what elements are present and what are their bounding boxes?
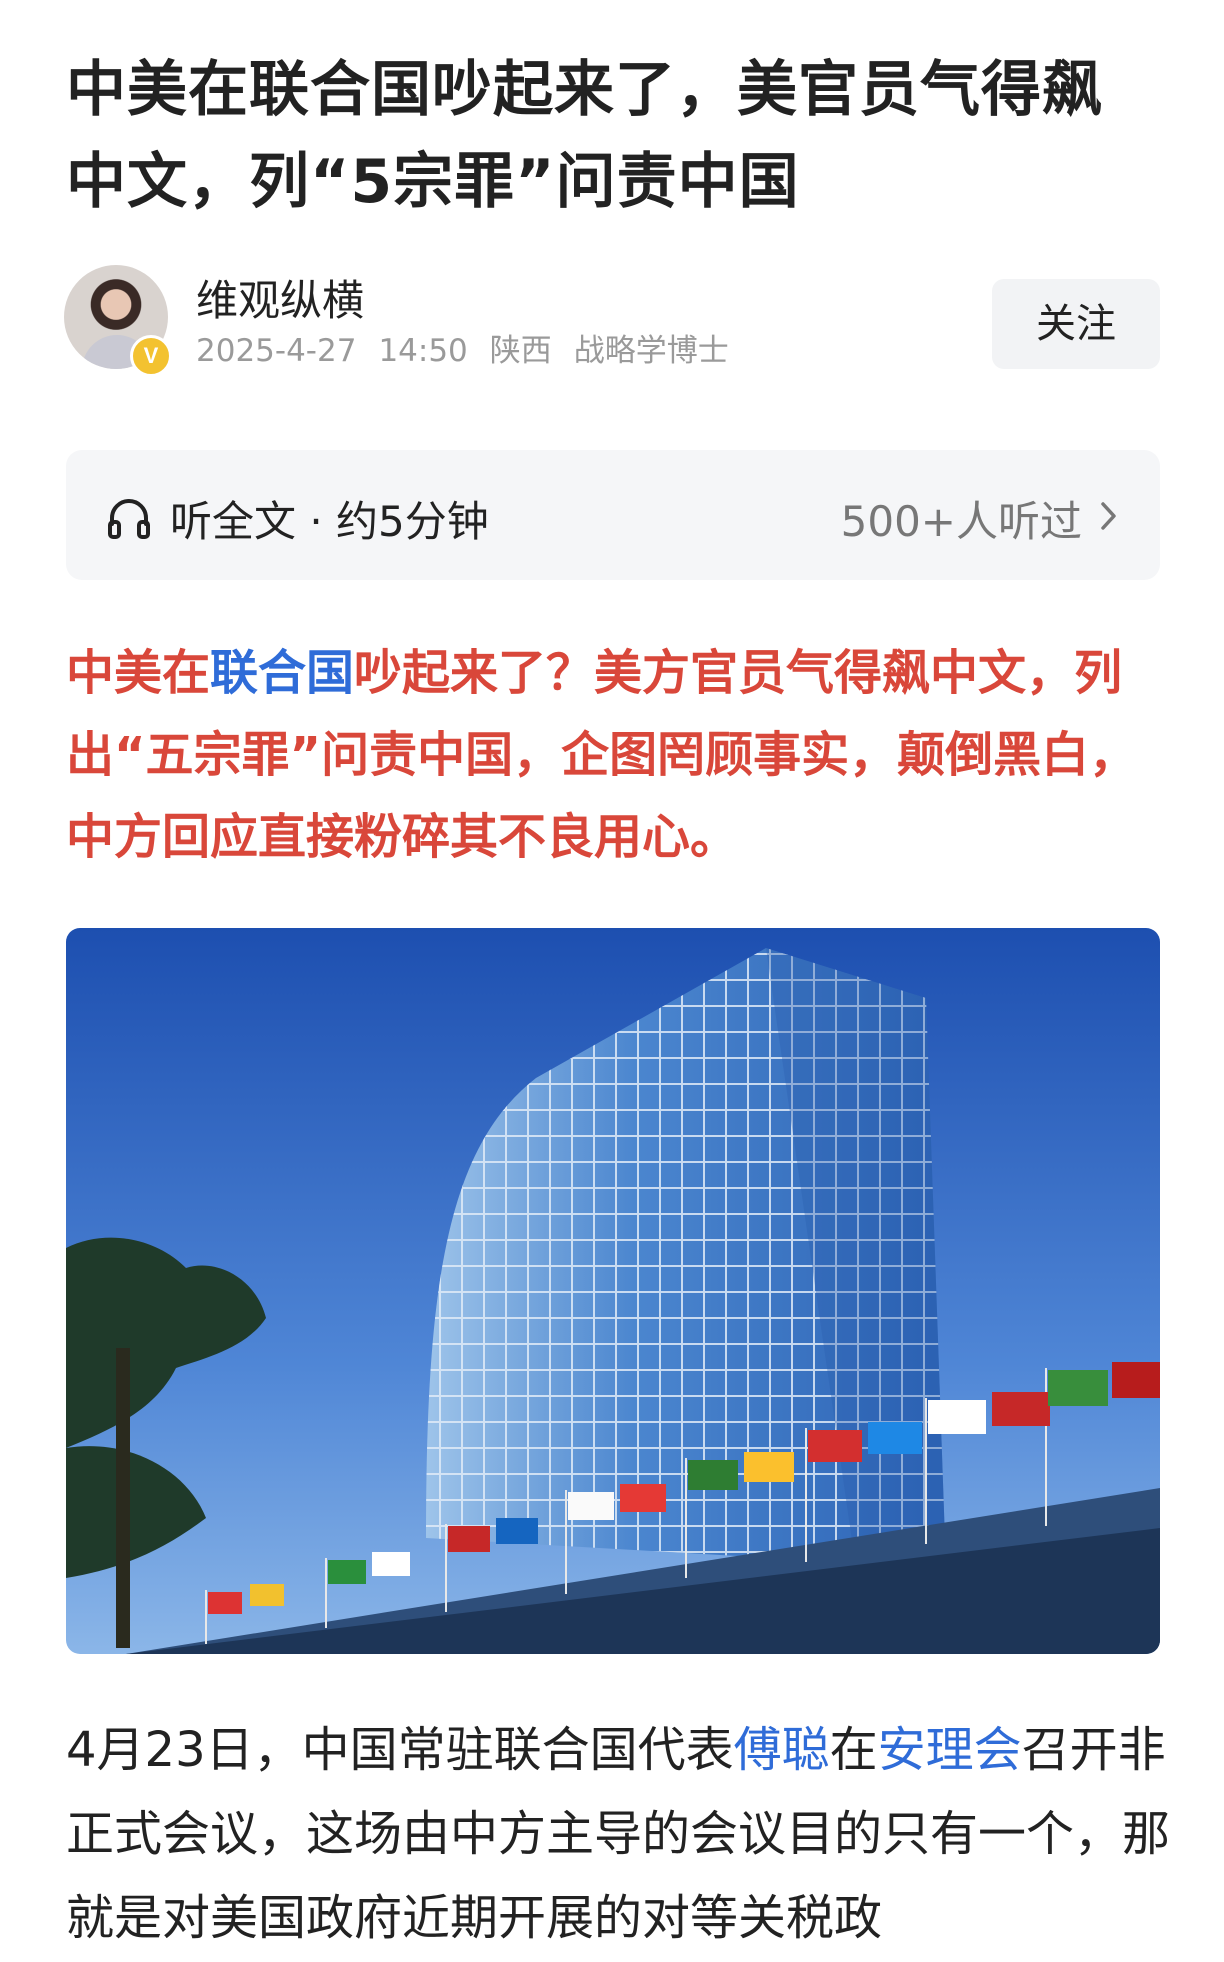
follow-button[interactable]: 关注 bbox=[992, 279, 1160, 369]
article-title-line-1: 中美在联合国吵起来了，美官员气得飙 bbox=[66, 55, 1103, 125]
un-building-photo bbox=[66, 928, 1160, 1654]
lead-paragraph: 中美在联合国吵起来了？美方官员气得飙中文，列出“五宗罪”问责中国，企图罔顾事实，… bbox=[66, 632, 1176, 878]
post-location: 陕西 bbox=[489, 333, 552, 369]
post-date: 2025-4-27 bbox=[196, 333, 357, 369]
author-name[interactable]: 维观纵横 bbox=[196, 267, 364, 328]
body-text-1: 4月23日，中国常驻联合国代表 bbox=[66, 1722, 734, 1778]
article-page: 中美在联合国吵起来了，美官员气得飙 中文，列“5宗罪”问责中国 V 维观纵横 2… bbox=[0, 0, 1224, 1962]
article-hero-image[interactable] bbox=[66, 928, 1160, 1654]
article-title: 中美在联合国吵起来了，美官员气得飙 中文，列“5宗罪”问责中国 bbox=[66, 44, 1166, 228]
headphone-icon bbox=[108, 499, 150, 539]
author-row: V 维观纵横 2025-4-27 14:50 陕西 战略学博士 关注 bbox=[64, 265, 1160, 377]
link-security-council[interactable]: 安理会 bbox=[878, 1722, 1022, 1778]
author-tag: 战略学博士 bbox=[573, 333, 729, 369]
listen-full-text-bar[interactable]: 听全文 · 约5分钟 500+人听过 bbox=[66, 450, 1160, 580]
article-title-line-2: 中文，列“5宗罪”问责中国 bbox=[66, 147, 800, 217]
listen-label: 听全文 · 约5分钟 bbox=[170, 497, 489, 546]
verified-badge: V bbox=[130, 335, 172, 377]
link-fu-cong[interactable]: 傅聪 bbox=[734, 1722, 830, 1778]
lead-text-1: 中美在 bbox=[66, 645, 211, 701]
chevron-right-icon bbox=[1101, 502, 1116, 530]
link-un[interactable]: 联合国 bbox=[210, 645, 354, 701]
body-text-2: 在 bbox=[829, 1722, 878, 1778]
body-paragraph: 4月23日，中国常驻联合国代表傅聪在安理会召开非正式会议，这场由中方主导的会议目… bbox=[66, 1708, 1176, 1960]
post-time: 14:50 bbox=[378, 333, 468, 369]
post-meta: 2025-4-27 14:50 陕西 战略学博士 bbox=[196, 325, 751, 370]
listen-count: 500+人听过 bbox=[840, 497, 1082, 546]
